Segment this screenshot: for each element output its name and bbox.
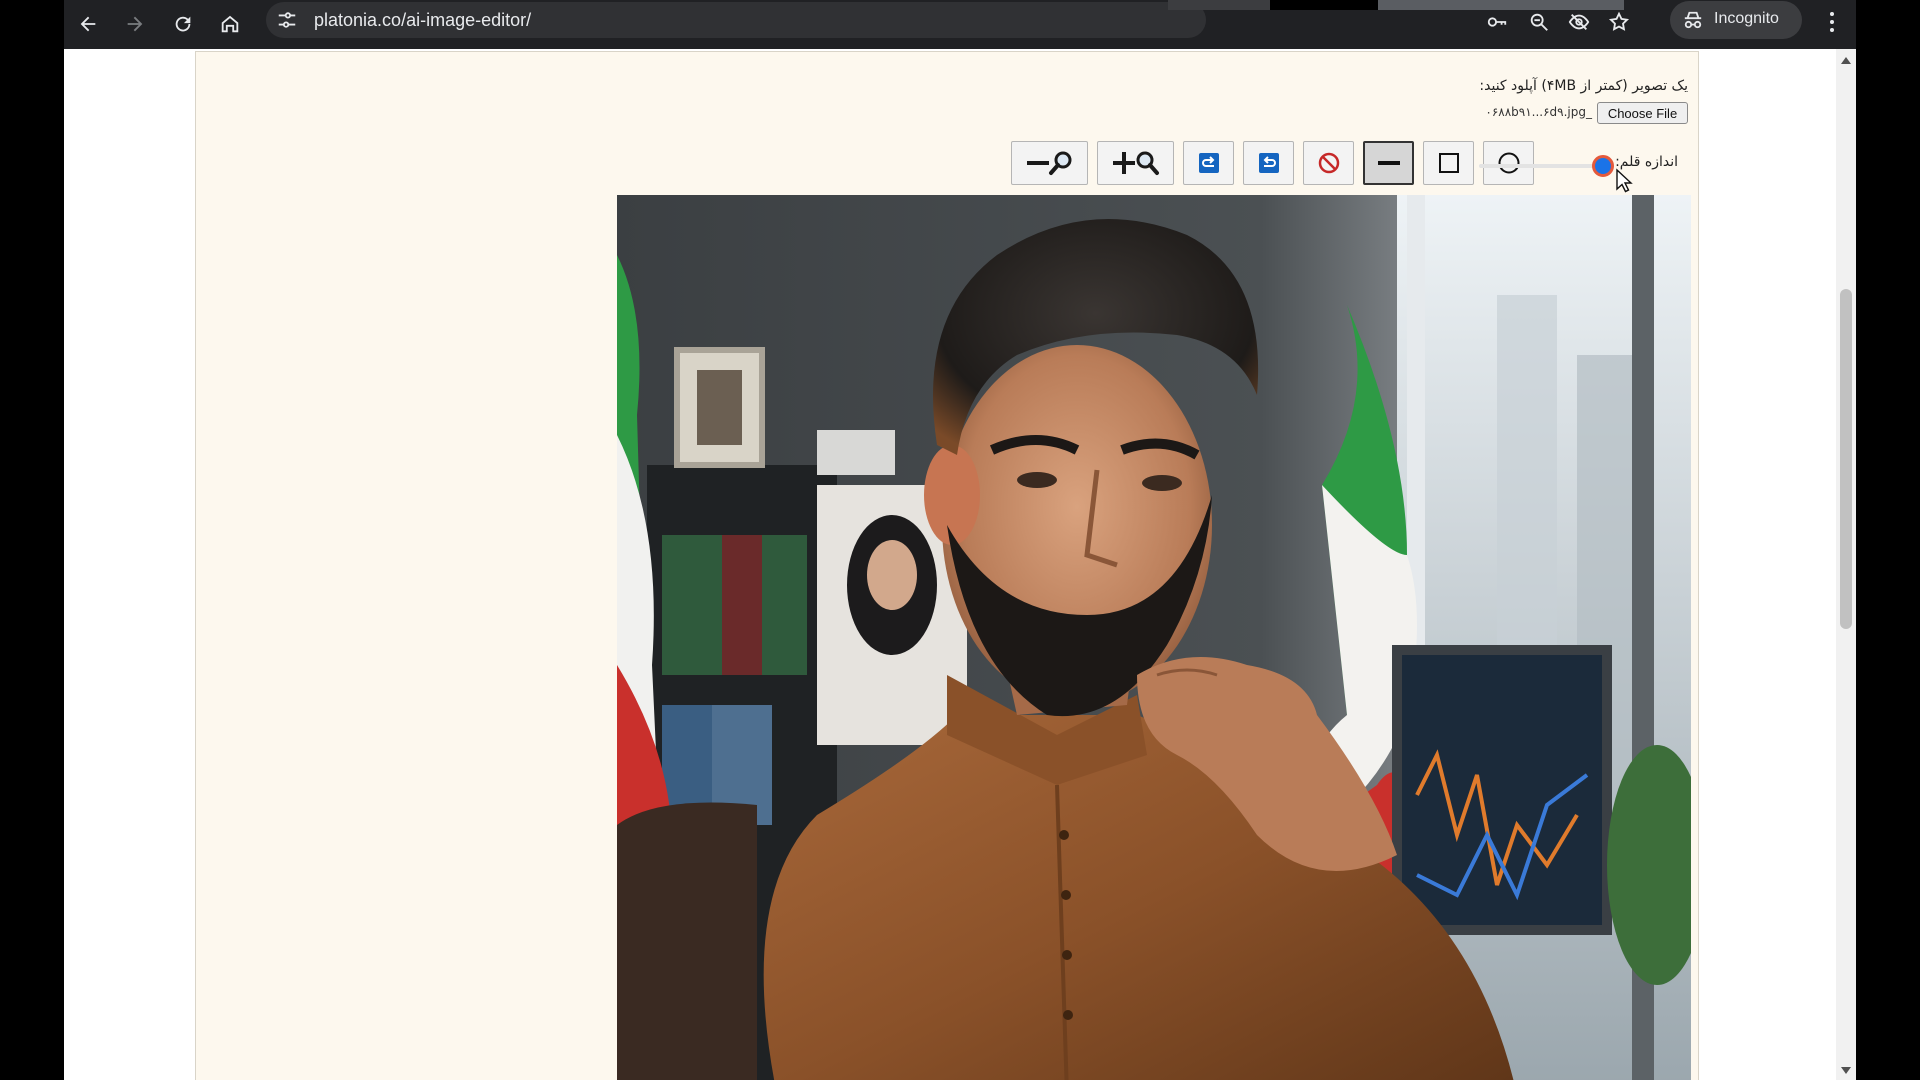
redo-button[interactable] [1183, 141, 1234, 185]
zoom-icon [1530, 13, 1548, 31]
incognito-profile-button[interactable]: Incognito [1670, 1, 1802, 39]
scroll-up-arrow-icon[interactable] [1841, 57, 1851, 64]
tab-strip-fragment-dark [1270, 0, 1378, 10]
page-scrollbar[interactable] [1836, 49, 1856, 1080]
arrow-right-icon [127, 16, 143, 32]
reload-button[interactable] [165, 6, 201, 42]
star-icon [1608, 11, 1630, 31]
square-icon [1438, 153, 1459, 173]
bookmark-button[interactable] [1604, 7, 1634, 37]
prohibited-icon [1318, 152, 1339, 174]
scrollbar-thumb[interactable] [1840, 289, 1852, 629]
menu-dot-icon [1830, 12, 1834, 16]
arrow-left-icon [80, 16, 96, 32]
pen-size-slider[interactable] [1479, 164, 1609, 168]
line-icon [1377, 161, 1400, 165]
incognito-label: Incognito [1714, 10, 1779, 27]
mouse-pointer-icon [1616, 168, 1633, 193]
page-viewport: یک تصویر (کمتر از ۴MB) آپلود کنید: Choos… [64, 49, 1856, 1080]
browser-toolbar: platonia.co/ai-image-editor/ Incognito [64, 0, 1856, 49]
upload-label: یک تصویر (کمتر از ۴MB) آپلود کنید: [1479, 78, 1688, 94]
portrait-image [617, 195, 1691, 1080]
back-button[interactable] [70, 6, 106, 42]
browser-window: platonia.co/ai-image-editor/ Incognito ی… [64, 0, 1856, 1080]
pen-size-slider-thumb[interactable] [1591, 155, 1614, 177]
line-tool-button[interactable] [1363, 141, 1414, 185]
tracking-protection-button[interactable] [1564, 7, 1594, 37]
scroll-down-arrow-icon[interactable] [1841, 1067, 1851, 1074]
zoom-out-icon [1026, 151, 1071, 175]
site-settings-icon[interactable] [276, 9, 298, 31]
clear-button[interactable] [1303, 141, 1354, 185]
redo-icon [1198, 153, 1219, 173]
choose-file-button[interactable]: Choose File [1597, 102, 1688, 124]
zoom-out-button[interactable] [1011, 141, 1088, 185]
home-button[interactable] [212, 6, 248, 42]
url-text: platonia.co/ai-image-editor/ [314, 10, 532, 30]
home-icon [221, 15, 239, 33]
rectangle-tool-button[interactable] [1423, 141, 1474, 185]
undo-button[interactable] [1243, 141, 1294, 185]
forward-button[interactable] [117, 6, 153, 42]
circle-tool-button[interactable] [1483, 141, 1534, 185]
menu-dot-icon [1830, 20, 1834, 24]
editor-panel: یک تصویر (کمتر از ۴MB) آپلود کنید: Choos… [195, 51, 1699, 1080]
page-zoom-button[interactable] [1524, 7, 1554, 37]
selected-file-name: ۰۶۸۸b۹۱...۶d۹.jpg_ [1485, 105, 1592, 119]
menu-dot-icon [1830, 28, 1834, 32]
zoom-in-button[interactable] [1097, 141, 1174, 185]
undo-icon [1258, 153, 1279, 173]
reload-icon [175, 16, 191, 32]
password-key-button[interactable] [1482, 7, 1512, 37]
browser-menu-button[interactable] [1822, 6, 1842, 38]
zoom-in-icon [1112, 151, 1159, 175]
image-canvas[interactable] [617, 195, 1691, 1080]
incognito-icon [1684, 11, 1702, 29]
eye-off-icon [1568, 14, 1590, 30]
key-icon [1487, 17, 1507, 27]
address-bar[interactable]: platonia.co/ai-image-editor/ [266, 2, 1206, 38]
circle-icon [1498, 152, 1519, 174]
